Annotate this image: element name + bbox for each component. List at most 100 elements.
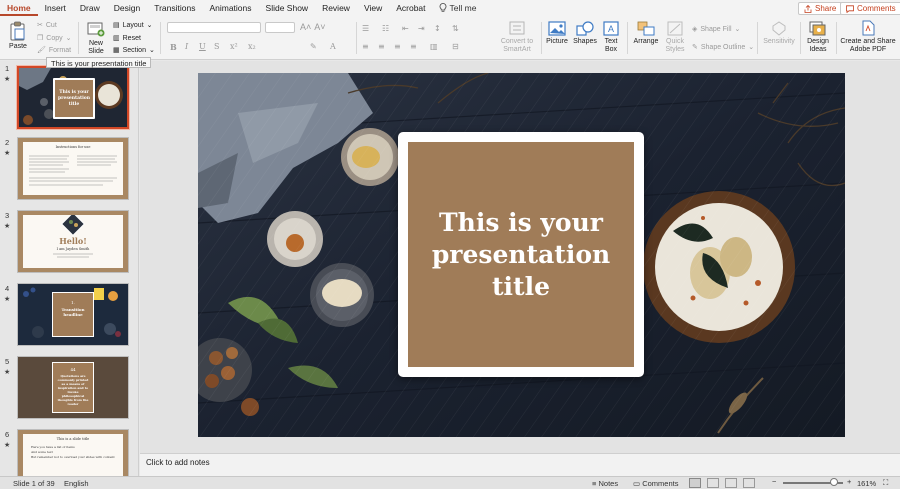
thumbnail-transition-box: 1. Transition headline (52, 292, 94, 337)
bold-icon[interactable]: B (170, 42, 177, 52)
comments-button[interactable]: Comments (840, 2, 900, 15)
font-size-buttons[interactable]: A˄ A˅ (300, 22, 326, 32)
tell-me-search[interactable]: Tell me (433, 3, 476, 13)
tab-slide-show[interactable]: Slide Show (259, 0, 316, 16)
tab-review[interactable]: Review (315, 0, 357, 16)
sensitivity-button[interactable]: Sensitivity (761, 21, 797, 46)
shapes-label: Shapes (573, 38, 597, 45)
fit-to-window-icon[interactable]: ⛶ (883, 478, 888, 488)
title-frame[interactable]: This is your presentation title (398, 132, 644, 377)
tab-insert[interactable]: Insert (38, 0, 73, 16)
text-box-label-1: Text (604, 38, 618, 45)
justify-icon[interactable]: ≡ (410, 42, 417, 51)
numbering-icon[interactable]: ☷ (382, 24, 389, 33)
line-spacing-icon[interactable]: ↕ (434, 24, 441, 33)
share-icon (804, 4, 812, 13)
notes-toggle[interactable]: ≡ Notes (592, 479, 618, 488)
picture-icon (548, 21, 566, 36)
notes-placeholder[interactable]: Click to add notes (146, 458, 210, 467)
indent-icon[interactable]: ⇤ (402, 24, 409, 33)
tooltip: This is your presentation title (46, 57, 152, 68)
language-indicator[interactable]: English (64, 479, 89, 488)
adobe-pdf-icon (862, 20, 875, 36)
font-size-dropdown[interactable] (265, 22, 295, 33)
layout-button[interactable]: ▤ Layout ⌄ (113, 21, 153, 30)
slide-show-button[interactable] (743, 478, 755, 488)
convert-smartart-button[interactable]: Convert to SmartArt (497, 20, 537, 54)
slide-sorter-button[interactable] (707, 478, 719, 488)
ribbon-separator (160, 22, 161, 54)
slide-thumbnail-1[interactable]: This is your presentation title (17, 66, 129, 129)
zoom-out-button[interactable]: − (772, 477, 776, 486)
tab-view[interactable]: View (357, 0, 389, 16)
tab-draw[interactable]: Draw (73, 0, 107, 16)
slide-canvas[interactable]: This is your presentation title (198, 73, 845, 437)
highlight-icon[interactable]: ✎ (310, 42, 317, 51)
title-placeholder[interactable]: This is your presentation title (408, 142, 634, 367)
layout-icon: ▤ (113, 22, 120, 29)
tab-design[interactable]: Design (107, 0, 147, 16)
share-button[interactable]: Share (798, 2, 843, 15)
slide-thumbnail-3[interactable]: Hello! I am Jayden Smith (17, 210, 129, 273)
tab-transitions[interactable]: Transitions (147, 0, 202, 16)
tab-home[interactable]: Home (0, 0, 38, 16)
align-center-icon[interactable]: ≡ (378, 42, 385, 51)
comment-icon (846, 4, 854, 13)
picture-button[interactable]: Picture (545, 21, 569, 46)
format-label: Format (48, 46, 72, 54)
copy-button[interactable]: ❐ Copy ⌄ (37, 34, 72, 43)
bullets-icon[interactable]: ☰ (362, 24, 369, 33)
underline-icon[interactable]: U (199, 42, 206, 51)
subscript-icon[interactable]: x₂ (248, 42, 256, 51)
shapes-icon (576, 21, 594, 36)
new-slide-button[interactable]: New Slide (85, 20, 107, 56)
slide-thumbnail-4[interactable]: 1. Transition headline (17, 283, 129, 346)
chevron-down-icon: ⌄ (734, 26, 741, 33)
zoom-slider-thumb[interactable] (830, 478, 838, 486)
font-color-icon[interactable]: A (330, 42, 336, 51)
outdent-icon[interactable]: ⇥ (418, 24, 425, 33)
slide-editor[interactable]: This is your presentation title (140, 61, 900, 453)
italic-icon[interactable]: I (185, 42, 188, 51)
align-text-icon[interactable]: ⊟ (452, 42, 459, 51)
strikethrough-icon[interactable]: S (214, 42, 219, 51)
reset-button[interactable]: ▥ Reset (113, 34, 141, 43)
font-name-dropdown[interactable] (167, 22, 261, 33)
smartart-icon (509, 21, 525, 35)
shapes-button[interactable]: Shapes (573, 21, 597, 46)
arrange-button[interactable]: Arrange (632, 21, 660, 46)
design-ideas-button[interactable]: Design Ideas (804, 20, 832, 54)
slide-title[interactable]: This is your presentation title (426, 207, 616, 303)
format-painter-button[interactable]: 🖌 Format (37, 46, 72, 55)
chevron-down-icon: ⌄ (148, 47, 155, 54)
paste-button[interactable]: Paste (6, 21, 30, 51)
align-left-icon[interactable]: ≡ (362, 42, 369, 51)
columns-icon[interactable]: ▥ (430, 42, 438, 51)
tab-acrobat[interactable]: Acrobat (389, 0, 432, 16)
slide-thumbnail-2[interactable]: Instructions for use (17, 137, 129, 200)
layout-label: Layout (122, 21, 144, 29)
superscript-icon[interactable]: x² (230, 42, 238, 51)
slide-thumbnails-pane[interactable]: 1 ★ This is your presentation title 2 ★ … (0, 61, 139, 476)
zoom-in-button[interactable]: + (847, 477, 851, 486)
sensitivity-icon (772, 21, 786, 36)
notes-pane[interactable]: Click to add notes (140, 453, 900, 476)
quick-styles-button[interactable]: Quick Styles (663, 21, 687, 54)
align-right-icon[interactable]: ≡ (394, 42, 401, 51)
normal-view-button[interactable] (689, 478, 701, 488)
section-button[interactable]: ▦ Section ⌄ (113, 46, 155, 55)
cut-button[interactable]: ✂ Cut (37, 21, 57, 30)
slide-thumbnail-6[interactable]: This is a slide title Here you have a li… (17, 429, 129, 476)
ribbon-separator (356, 22, 357, 54)
shape-outline-button[interactable]: ✎ Shape Outline ⌄ (692, 43, 754, 52)
text-box-button[interactable]: A Text Box (601, 21, 621, 54)
text-direction-icon[interactable]: ⇅ (452, 24, 459, 33)
comments-toggle[interactable]: ▭ Comments (633, 479, 678, 488)
create-adobe-pdf-button[interactable]: Create and Share Adobe PDF (838, 20, 898, 54)
zoom-level[interactable]: 161% (857, 479, 876, 488)
reading-view-button[interactable] (725, 478, 737, 488)
slide-thumbnail-5[interactable]: 44 Quotations are commonly printed as a … (17, 356, 129, 419)
tab-animations[interactable]: Animations (202, 0, 258, 16)
shape-fill-button[interactable]: ◈ Shape Fill ⌄ (692, 25, 741, 34)
scissors-icon: ✂ (37, 22, 43, 29)
